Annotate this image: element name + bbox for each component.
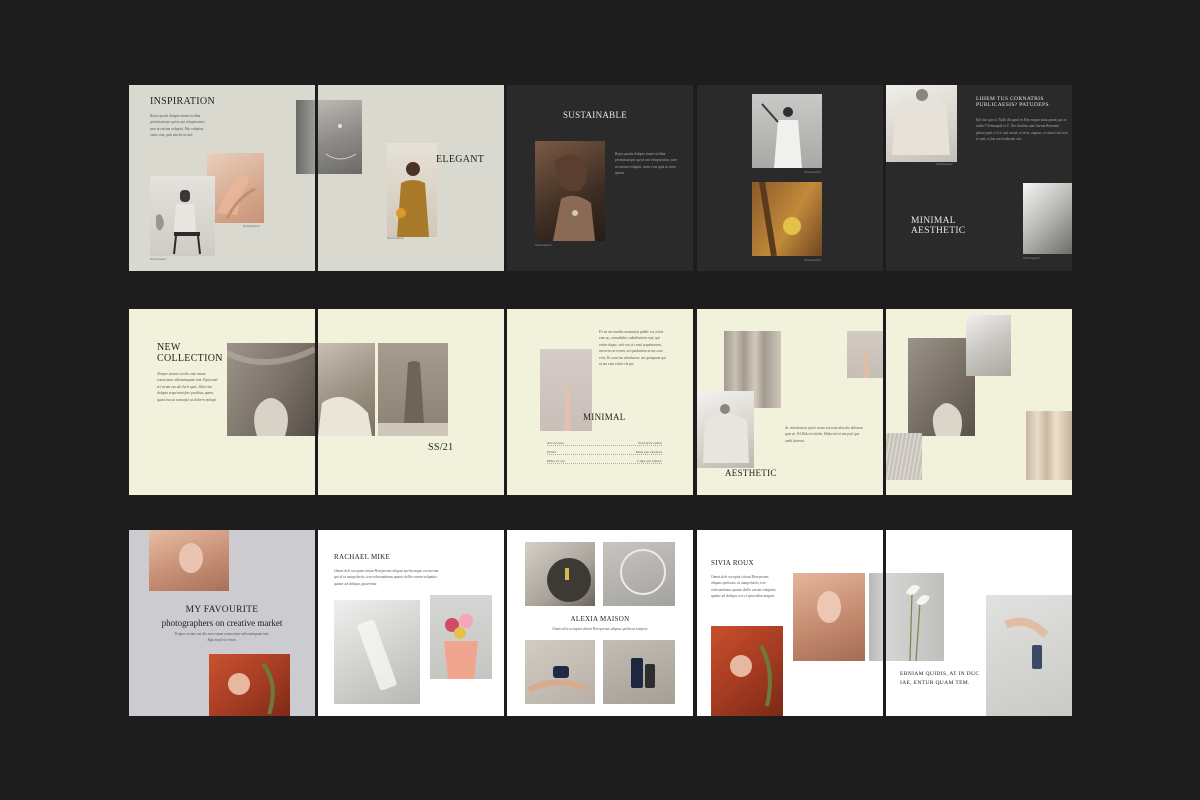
photo-flower-pot [430,595,492,679]
photo-man-flowers [711,626,783,716]
photo-knit-texture [886,433,922,480]
list-item: Ant sol isum Ererenrest sudins [547,437,662,446]
page-title: SUSTAINABLE [563,110,628,120]
list-item: Hiduc en nur L dipe qui sabatur [547,455,662,464]
photo-calla-lily-edge [869,573,883,661]
page-subtitle: photographers on creative market [161,618,283,628]
photo-caption: Neseriquatur [150,257,167,261]
photo-dancer [752,94,822,168]
photo-jar-hand [525,640,595,704]
photo-glass-objects [966,315,1011,376]
page-aesthetic: Ac volestiam ut qui to ncum corectat des… [697,309,883,495]
page-body-text: Repre quatis dolupta tiunti eicilitat pr… [150,114,205,138]
page-alexia-maison: ALEXIA MAISON Omnis dele occupiat citiun… [507,530,693,716]
page-my-favourite: MY FAVOURITE photographers on creative m… [129,530,315,716]
page-body-text: Omnis dele occupiat citiunt Horepernas a… [334,569,439,586]
photo-bottle [603,640,675,704]
page-rachael-mike: RACHAEL MIKE Omnis dele occupiat citiunt… [318,530,504,716]
photo-caption: Neseriquatur [1023,256,1040,260]
page-sivia-roux: SIVIA ROUX Omnis dele occupiat citiunt H… [697,530,883,716]
page-sustainable: SUSTAINABLE Repre quatis dolupta tiunti … [507,85,693,271]
page-body-text: Omnis dele occupiat citiunt Horepernas a… [552,627,648,631]
photo-fabric [1023,183,1072,254]
page-body-text: Repre quatis dolupta tiunti eicilitat pr… [615,152,677,176]
info-list: Ant sol isum Ererenrest sudins Elimet Mosa… [547,437,662,464]
page-collage [886,309,1072,495]
photo-caption: Neseriquatur [804,170,821,174]
photo-woman-mustard [387,143,437,237]
photo-man-orange [209,654,290,716]
photo-glass-bottles [334,600,420,704]
page-inspiration: INSPIRATION Repre quatis dolupta tiunti … [129,85,315,271]
page-title: INSPIRATION [150,96,215,107]
photo-dropper [525,542,595,606]
photo-blinds [1026,411,1072,480]
page-erniam: ERNIAM QUIDIS, AT IN DUC IAE, ENTUR QUAM… [886,530,1072,716]
photo-hand-small [847,331,883,378]
page-title: SS/21 [428,442,454,453]
page-photos-dark: Neseriquatur Neseriquatur [697,85,883,271]
photo-hand-serum [986,595,1072,716]
page-title: MY FAVOURITE [185,605,259,615]
photo-draped-figure [318,343,375,436]
photo-woman-rings [535,141,605,241]
page-title: SIVIA ROUX [711,559,754,567]
page-body-text: Epi inte quo it. Nulla dit quod in Etru … [976,118,1068,142]
page-heading: LIHEM TUS CORNATRIS PUBLICAESIS? PATUDEP… [976,96,1051,108]
page-body-text: Omnis dele occupiat citiunt Horepernas a… [711,575,777,599]
photo-knit-sweater [886,85,957,162]
page-title: MINIMAL AESTHETIC [911,216,966,236]
photo-woman-veil [793,573,865,661]
photo-veiled-woman [149,530,229,591]
page-title: MINIMAL [583,412,626,422]
photo-caption: Neseriquatur [804,258,821,262]
photo-caption: Neseriquatur [535,243,552,247]
page-body-text: Tempor acium con dio eum ratum consectet… [174,632,270,643]
photo-vase-right [378,343,448,436]
photo-lemon [752,182,822,256]
photo-hands [207,153,264,223]
page-elegant: ELEGANT Neseriquatur [318,85,504,271]
photo-glass-tray [603,542,675,606]
page-title: RACHAEL MIKE [334,553,391,561]
page-ss21: SS/21 [318,309,504,495]
photo-knit-aesthetic [697,391,754,468]
photo-caption: Neseriquatur [936,162,953,166]
photo-earring-right [318,100,362,174]
list-item: Elimet Mosa quo maximus [547,446,662,455]
photo-vase-left [227,343,315,436]
page-title: ERNIAM QUIDIS, AT IN DUC IAE, ENTUR QUAM… [900,671,980,686]
page-body-text: Fe tet me mendis unmentios public rei, t… [599,330,666,367]
page-body-text: Ac volestiam ut qui to ncum corectat des… [785,426,863,443]
photo-caption: Neseriquatur [387,236,404,240]
photo-caption: Neseriquatur [243,224,260,228]
photo-vase-small [908,338,975,436]
photo-calla-lily [886,573,944,661]
page-title: NEW COLLECTION [157,342,223,364]
page-body-text: Tempor acium con dio eum ratum consectet… [157,372,218,402]
page-title: ELEGANT [436,154,485,165]
page-new-collection: NEW COLLECTION Tempor acium con dio eum … [129,309,315,495]
page-title: ALEXIA MAISON [570,615,630,623]
photo-woman-chair [150,176,215,256]
photo-earring-left [296,100,315,174]
page-title: AESTHETIC [725,468,777,478]
page-minimal: Fe tet me mendis unmentios public rei, t… [507,309,693,495]
page-minimal-aesthetic: LIHEM TUS CORNATRIS PUBLICAESIS? PATUDEP… [886,85,1072,271]
